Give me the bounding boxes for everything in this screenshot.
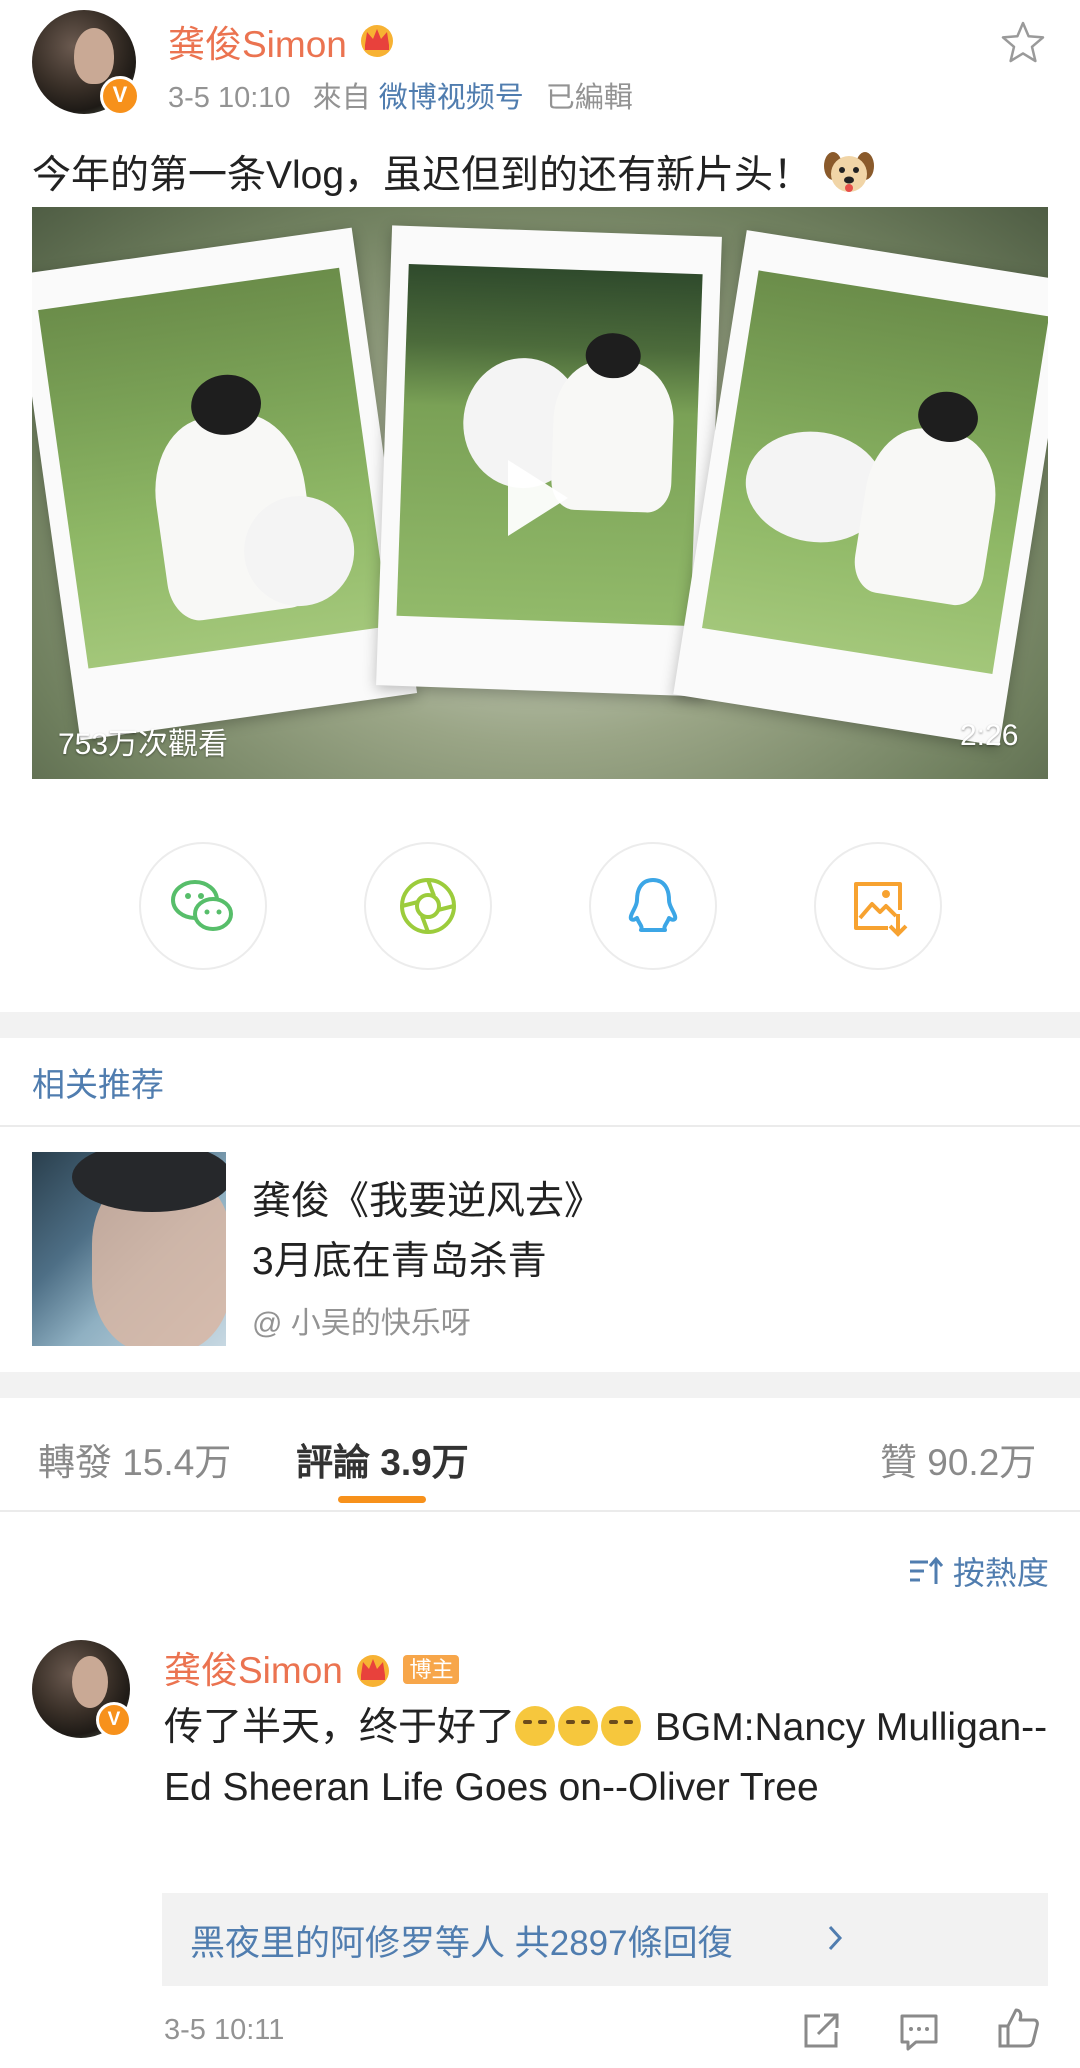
tab-comments[interactable]: 評論 3.9万 bbox=[296, 1432, 469, 1486]
author-name-label: 龚俊Simon bbox=[168, 24, 347, 65]
tab-repost[interactable]: 轉發 15.4万 bbox=[38, 1432, 231, 1486]
commenter-verified-badge: V bbox=[96, 1702, 132, 1738]
laugh-cry-emoji bbox=[515, 1706, 556, 1746]
related-thumbnail[interactable] bbox=[32, 1152, 226, 1346]
repost-comment-icon[interactable] bbox=[800, 2010, 842, 2056]
crown-icon bbox=[357, 21, 397, 66]
video-frame-left bbox=[32, 227, 418, 741]
video-duration: 2:26 bbox=[960, 719, 1019, 752]
verified-badge: V bbox=[100, 76, 140, 116]
author-name[interactable]: 龚俊Simon bbox=[168, 14, 397, 68]
related-author[interactable]: @ 小吴的快乐呀 bbox=[252, 1298, 471, 1342]
laugh-cry-emoji bbox=[601, 1706, 642, 1746]
commenter-name-label: 龚俊Simon bbox=[164, 1650, 343, 1691]
section-gap bbox=[0, 1372, 1080, 1398]
star-outline-icon[interactable] bbox=[1000, 20, 1046, 68]
post-text: 今年的第一条Vlog，虽迟但到的还有新片头！ bbox=[32, 144, 875, 206]
crown-icon bbox=[353, 1651, 393, 1696]
post-text-content: 今年的第一条Vlog，虽迟但到的还有新片头！ bbox=[32, 154, 813, 197]
replies-link[interactable]: 黑夜里的阿修罗等人 共2897條回復 bbox=[190, 1915, 733, 1966]
source-prefix: 來自 bbox=[312, 82, 371, 114]
related-header: 相关推荐 bbox=[32, 1066, 164, 1103]
comment-text: 传了半天，终于好了 BGM:Nancy Mulligan--Ed Sheeran… bbox=[164, 1698, 1064, 1818]
video-frame-right bbox=[673, 230, 1048, 746]
active-tab-indicator bbox=[338, 1496, 426, 1503]
post-time: 3-5 10:10 bbox=[168, 82, 291, 114]
share-qq-button[interactable] bbox=[589, 842, 717, 970]
reply-comment-icon[interactable] bbox=[898, 2012, 940, 2056]
author-badge: 博主 bbox=[403, 1655, 460, 1684]
comment-time: 3-5 10:11 bbox=[164, 2014, 285, 2046]
divider bbox=[0, 1510, 1080, 1512]
tab-likes[interactable]: 贊 90.2万 bbox=[880, 1432, 1036, 1486]
laugh-cry-emoji bbox=[558, 1706, 599, 1746]
sort-icon bbox=[908, 1554, 944, 1596]
dog-face-emoji bbox=[823, 148, 875, 206]
replies-link-box[interactable]: 黑夜里的阿修罗等人 共2897條回復 bbox=[162, 1893, 1048, 1986]
post-meta: 3-5 10:10 來自 微博视频号 已編輯 bbox=[168, 74, 633, 116]
related-title-line2[interactable]: 3月底在青岛杀青 bbox=[252, 1230, 547, 1286]
chevron-right-icon bbox=[826, 1923, 844, 1957]
comment-text-part1: 传了半天，终于好了 bbox=[164, 1706, 516, 1749]
section-gap bbox=[0, 1012, 1080, 1038]
related-title-line1[interactable]: 龚俊《我要逆风去》 bbox=[252, 1170, 603, 1226]
source-link[interactable]: 微博视频号 bbox=[379, 82, 524, 114]
divider bbox=[0, 1125, 1080, 1127]
sort-by-hot-button[interactable]: 按熱度 bbox=[908, 1548, 1049, 1596]
video-view-count: 753万次觀看 bbox=[58, 728, 229, 761]
share-moments-button[interactable] bbox=[364, 842, 492, 970]
play-icon[interactable] bbox=[508, 460, 568, 536]
commenter-name[interactable]: 龚俊Simon 博主 bbox=[164, 1640, 460, 1696]
like-thumb-icon[interactable] bbox=[996, 2006, 1040, 2054]
sort-label: 按熱度 bbox=[952, 1555, 1049, 1591]
share-wechat-button[interactable] bbox=[139, 842, 267, 970]
save-image-button[interactable] bbox=[814, 842, 942, 970]
edited-label: 已編輯 bbox=[545, 82, 633, 114]
